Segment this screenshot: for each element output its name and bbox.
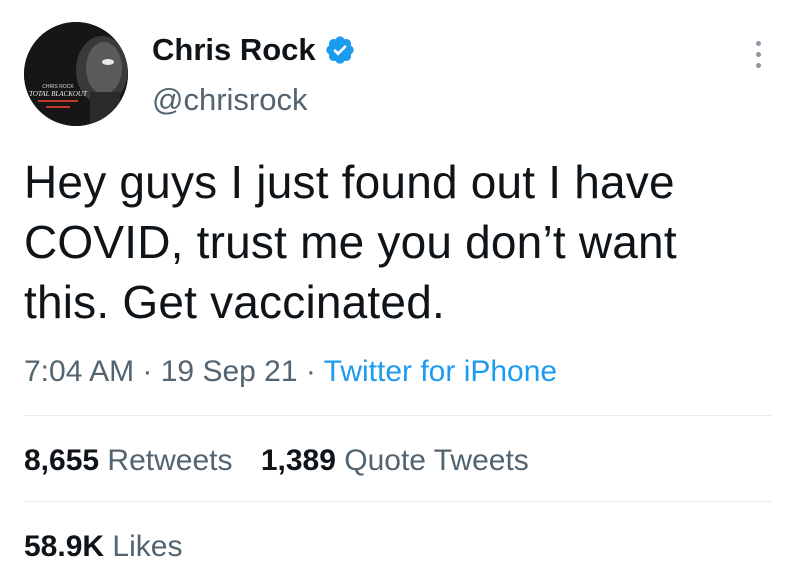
avatar[interactable]: CHRIS ROCK TOTAL BLACKOUT: [24, 22, 128, 126]
tweet-text-line: Hey guys I just found out I have: [24, 156, 675, 208]
quote-tweets-stat[interactable]: 1,389 Quote Tweets: [261, 441, 529, 481]
retweets-label: Retweets: [107, 444, 233, 477]
author-name[interactable]: Chris Rock: [152, 30, 356, 70]
tweet-source-link[interactable]: Twitter for iPhone: [324, 355, 557, 388]
quote-tweets-count: 1,389: [260, 444, 336, 477]
more-dot: [755, 51, 761, 57]
more-dot: [755, 40, 761, 46]
retweets-stat[interactable]: 8,655 Retweets: [24, 441, 232, 481]
verified-badge-icon: [324, 34, 356, 66]
divider: [24, 501, 772, 502]
author-name-text: Chris Rock: [152, 32, 316, 67]
avatar-image: CHRIS ROCK TOTAL BLACKOUT: [24, 22, 128, 126]
quote-tweets-label: Quote Tweets: [344, 444, 529, 477]
likes-label: Likes: [112, 530, 183, 563]
tweet-date[interactable]: 19 Sep 21: [161, 355, 298, 388]
tweet-text: Hey guys I just found out I have COVID, …: [24, 152, 764, 332]
more-options-icon[interactable]: [740, 34, 776, 74]
likes-stat[interactable]: 58.9K Likes: [24, 527, 182, 567]
tweet-meta: 7:04 AM · 19 Sep 21 · Twitter for iPhone: [24, 352, 557, 392]
tweet-text-line: COVID, trust me you don’t want: [24, 216, 677, 268]
tweet-text-line: this. Get vaccinated.: [24, 276, 445, 328]
divider: [24, 415, 772, 416]
avatar-text-2: TOTAL BLACKOUT: [29, 90, 88, 98]
more-dot: [755, 62, 761, 68]
tweet-detail: CHRIS ROCK TOTAL BLACKOUT Chris Rock @ch…: [0, 0, 796, 581]
tweet-time[interactable]: 7:04 AM: [24, 355, 134, 388]
likes-row: 58.9K Likes: [24, 527, 202, 567]
meta-separator: ·: [134, 355, 161, 388]
retweets-count: 8,655: [24, 444, 100, 477]
meta-separator: ·: [297, 355, 324, 388]
likes-count: 58.9K: [24, 530, 105, 563]
engagement-stats: 8,655 Retweets 1,389 Quote Tweets: [24, 441, 549, 481]
author-handle[interactable]: @chrisrock: [152, 80, 307, 120]
